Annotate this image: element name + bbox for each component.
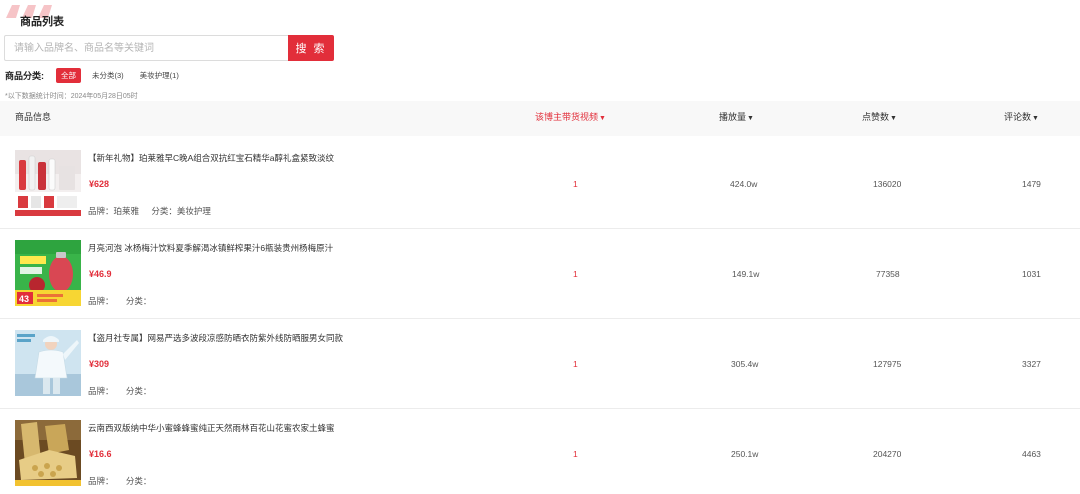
search-bar: 搜 索 [4, 35, 334, 61]
comment-count: 3327 [1022, 359, 1041, 369]
play-count: 149.1w [732, 269, 760, 279]
play-count: 424.0w [730, 179, 758, 189]
page-title: 商品列表 [20, 16, 64, 28]
bayberry-juice-image[interactable]: 43 [15, 240, 81, 306]
caret-down-icon: ▼ [890, 115, 897, 122]
category-chip-beauty[interactable]: 美妆护理(1) [135, 68, 184, 83]
product-title-link[interactable]: 云南西双版纳中华小蜜蜂蜂蜜纯正天然雨林百花山花蜜农家土蜂蜜 [88, 422, 335, 434]
header-comments-sort[interactable]: 评论数▼ [1004, 101, 1039, 136]
video-count: 1 [573, 359, 578, 369]
like-count: 127975 [873, 359, 902, 369]
product-brand: 品牌： [88, 386, 114, 396]
product-price: ¥628 [89, 179, 110, 189]
thumb-price-text: 43 [19, 294, 29, 304]
header-likes-sort[interactable]: 点赞数▼ [862, 101, 897, 136]
product-meta: 品牌：珀莱雅 分类：美妆护理 [88, 205, 221, 217]
stat-time-note: *以下数据统计时间：2024年05月28日05时 [5, 93, 138, 100]
product-category: 分类： [125, 386, 152, 396]
product-category: 分类： [125, 296, 152, 306]
product-brand: 品牌： [88, 296, 114, 306]
product-title-link[interactable]: 【新年礼物】珀莱雅早C晚A组合双抗红宝石精华a醇礼盒紧致淡纹 [88, 152, 334, 164]
category-filter: 商品分类: 全部 未分类(3) 美妆护理(1) [5, 67, 190, 83]
product-meta: 品牌： 分类： [88, 385, 161, 397]
table-header: 商品信息 该博主带货视频▼ 播放量▼ 点赞数▼ 评论数▼ [0, 101, 1080, 136]
product-title-link[interactable]: 【盗月社专属】网易严选多波段凉感防晒衣防紫外线防晒服男女同款 [88, 332, 343, 344]
category-label: 商品分类: [5, 70, 44, 81]
product-category: 分类：美妆护理 [151, 206, 211, 216]
product-price: ¥309 [89, 359, 110, 369]
play-count: 305.4w [731, 359, 759, 369]
product-title-link[interactable]: 月亮河泡 冰杨梅汁饮料夏季解渴冰镇鲜榨果汁6瓶装贵州杨梅原汁 [88, 242, 333, 254]
product-brand: 品牌：珀莱雅 [88, 206, 140, 216]
product-meta: 品牌： 分类： [88, 475, 161, 487]
header-plays-sort[interactable]: 播放量▼ [719, 101, 754, 136]
table-row: 【盗月社专属】网易严选多波段凉感防晒衣防紫外线防晒服男女同款 ¥309 品牌： … [0, 319, 1080, 409]
table-row: 43 月亮河泡 冰杨梅汁饮料夏季解渴冰镇鲜榨果汁6瓶装贵州杨梅原汁 ¥46.9 … [0, 229, 1080, 319]
product-category: 分类： [125, 476, 152, 486]
video-count: 1 [573, 449, 578, 459]
like-count: 136020 [873, 179, 902, 189]
category-chip-all[interactable]: 全部 [56, 67, 81, 83]
header-product: 商品信息 [15, 112, 52, 122]
video-count: 1 [573, 179, 578, 189]
comment-count: 1479 [1022, 179, 1041, 189]
caret-down-icon: ▼ [599, 115, 606, 122]
table-row: 【新年礼物】珀莱雅早C晚A组合双抗红宝石精华a醇礼盒紧致淡纹 ¥628 品牌：珀… [0, 139, 1080, 229]
comment-count: 4463 [1022, 449, 1041, 459]
play-count: 250.1w [731, 449, 759, 459]
search-button[interactable]: 搜 索 [288, 35, 334, 61]
product-meta: 品牌： 分类： [88, 295, 161, 307]
header-videos-sort[interactable]: 该博主带货视频▼ [535, 101, 606, 136]
video-count: 1 [573, 269, 578, 279]
product-price: ¥16.6 [89, 449, 112, 459]
caret-down-icon: ▼ [747, 115, 754, 122]
comment-count: 1031 [1022, 269, 1041, 279]
like-count: 204270 [873, 449, 902, 459]
category-chip-uncategorized[interactable]: 未分类(3) [87, 68, 129, 83]
product-price: ¥46.9 [89, 269, 112, 279]
product-brand: 品牌： [88, 476, 114, 486]
skincare-giftbox-image[interactable] [15, 150, 81, 216]
like-count: 77358 [876, 269, 900, 279]
honeycomb-image[interactable] [15, 420, 81, 486]
caret-down-icon: ▼ [1032, 115, 1039, 122]
sun-protection-jacket-image[interactable] [15, 330, 81, 396]
table-row: 云南西双版纳中华小蜜蜂蜂蜜纯正天然雨林百花山花蜜农家土蜂蜜 ¥16.6 品牌： … [0, 409, 1080, 494]
search-input[interactable] [4, 35, 288, 61]
